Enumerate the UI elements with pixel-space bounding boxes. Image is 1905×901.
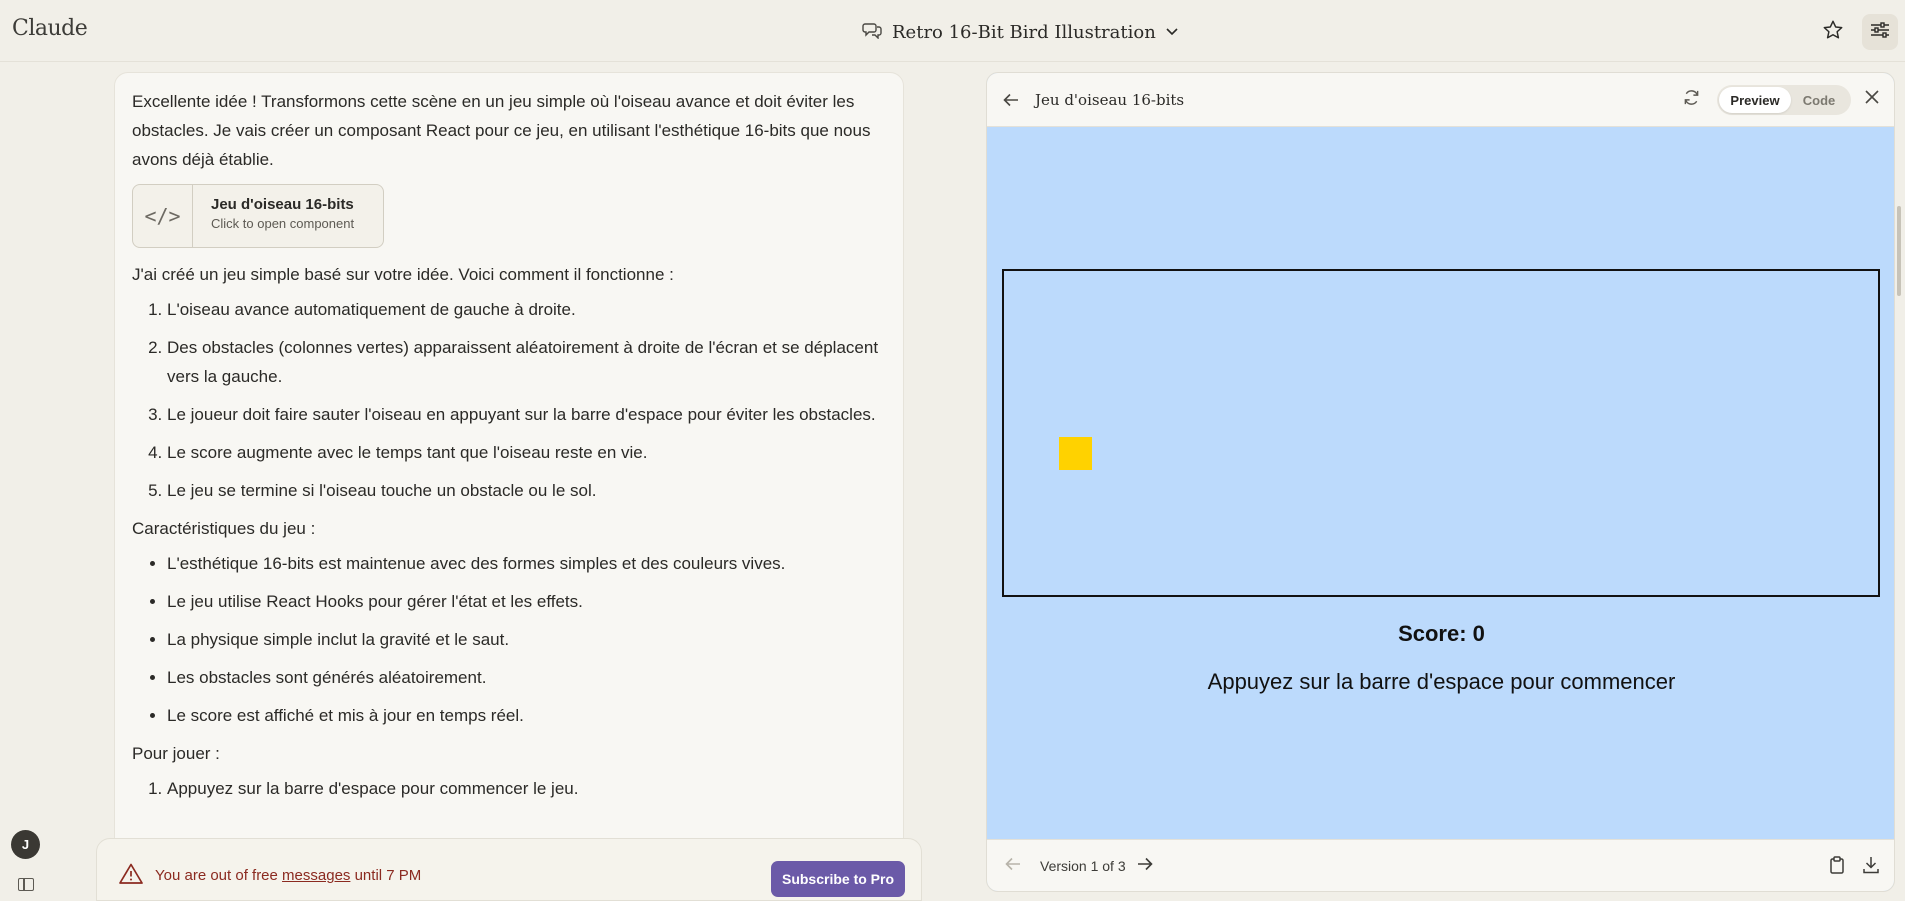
tab-code[interactable]: Code [1791, 87, 1847, 113]
list-item: Le score augmente avec le temps tant que… [167, 438, 886, 467]
usage-limit-banner: You are out of free messages until 7 PM … [96, 838, 922, 901]
subscribe-pro-button[interactable]: Subscribe to Pro [771, 861, 905, 897]
refresh-icon[interactable] [1683, 89, 1700, 111]
copy-icon[interactable] [1829, 856, 1845, 879]
steps-list: L'oiseau avance automatiquement de gauch… [167, 295, 886, 505]
messages-link[interactable]: messages [282, 867, 350, 884]
star-button[interactable] [1815, 14, 1851, 50]
next-version-icon[interactable] [1137, 856, 1153, 876]
score-display: Score: 0 [1398, 621, 1485, 646]
chevron-down-icon [1166, 23, 1178, 41]
list-item: Le jeu se termine si l'oiseau touche un … [167, 476, 886, 505]
conversation-title: Retro 16-Bit Bird Illustration [892, 21, 1156, 43]
list-item: L'oiseau avance automatiquement de gauch… [167, 295, 886, 324]
list-item: Les obstacles sont générés aléatoirement… [167, 663, 886, 692]
list-item: Le joueur doit faire sauter l'oiseau en … [167, 400, 886, 429]
warning-icon [119, 863, 143, 889]
game-canvas[interactable] [1002, 269, 1880, 597]
list-item: L'esthétique 16-bits est maintenue avec … [167, 549, 886, 578]
list-item: Appuyez sur la barre d'espace pour comme… [167, 774, 886, 803]
list-item: La physique simple inclut la gravité et … [167, 625, 886, 654]
sliders-icon [1870, 21, 1890, 44]
close-icon[interactable] [1865, 88, 1879, 110]
download-icon[interactable] [1863, 856, 1879, 879]
intro-paragraph: Excellente idée ! Transformons cette scè… [132, 92, 871, 169]
artifact-footer: Version 1 of 3 [987, 839, 1894, 891]
artifact-title: Jeu d'oiseau 16-bits [1035, 91, 1185, 109]
artifact-header: Jeu d'oiseau 16-bits Preview Code [987, 73, 1894, 127]
artifact-card-subtitle: Click to open component [211, 216, 355, 231]
previous-version-icon[interactable] [1005, 856, 1021, 876]
usage-limit-suffix: until 7 PM [350, 867, 422, 884]
star-icon [1822, 19, 1844, 46]
list-item: Des obstacles (colonnes vertes) apparais… [167, 333, 886, 391]
top-bar: Claude Retro 16-Bit Bird Illustration [0, 0, 1905, 62]
assistant-message: Excellente idée ! Transformons cette scè… [114, 72, 904, 901]
conversation-title-button[interactable]: Retro 16-Bit Bird Illustration [862, 18, 1178, 46]
brand-logo[interactable]: Claude [12, 16, 88, 41]
list-item: Le score est affiché et mis à jour en te… [167, 701, 886, 730]
view-toggle: Preview Code [1717, 85, 1851, 115]
sidebar-toggle-icon[interactable] [18, 878, 34, 891]
version-indicator: Version 1 of 3 [1040, 858, 1126, 874]
list-item: Le jeu utilise React Hooks pour gérer l'… [167, 587, 886, 616]
tab-preview[interactable]: Preview [1719, 87, 1791, 113]
features-heading: Caractéristiques du jeu : [132, 519, 316, 538]
artifact-card[interactable]: </> Jeu d'oiseau 16-bits Click to open c… [132, 184, 384, 248]
start-hint: Appuyez sur la barre d'espace pour comme… [1207, 669, 1676, 694]
chat-bubble-icon [862, 21, 882, 44]
artifact-panel: Jeu d'oiseau 16-bits Preview Code Score:… [986, 72, 1895, 892]
code-icon: </> [133, 185, 193, 247]
back-arrow-icon[interactable] [1003, 91, 1019, 112]
play-steps-list: Appuyez sur la barre d'espace pour comme… [167, 774, 886, 803]
explain-paragraph: J'ai créé un jeu simple basé sur votre i… [132, 265, 674, 284]
play-heading: Pour jouer : [132, 744, 220, 763]
scrollbar-thumb[interactable] [1897, 206, 1901, 296]
usage-limit-text: You are out of free messages until 7 PM [155, 867, 421, 884]
settings-button[interactable] [1862, 14, 1898, 50]
avatar[interactable]: J [11, 830, 40, 859]
bird-sprite [1059, 437, 1092, 470]
features-list: L'esthétique 16-bits est maintenue avec … [167, 549, 886, 730]
artifact-card-name: Jeu d'oiseau 16-bits [211, 196, 354, 213]
usage-limit-prefix: You are out of free [155, 867, 283, 884]
